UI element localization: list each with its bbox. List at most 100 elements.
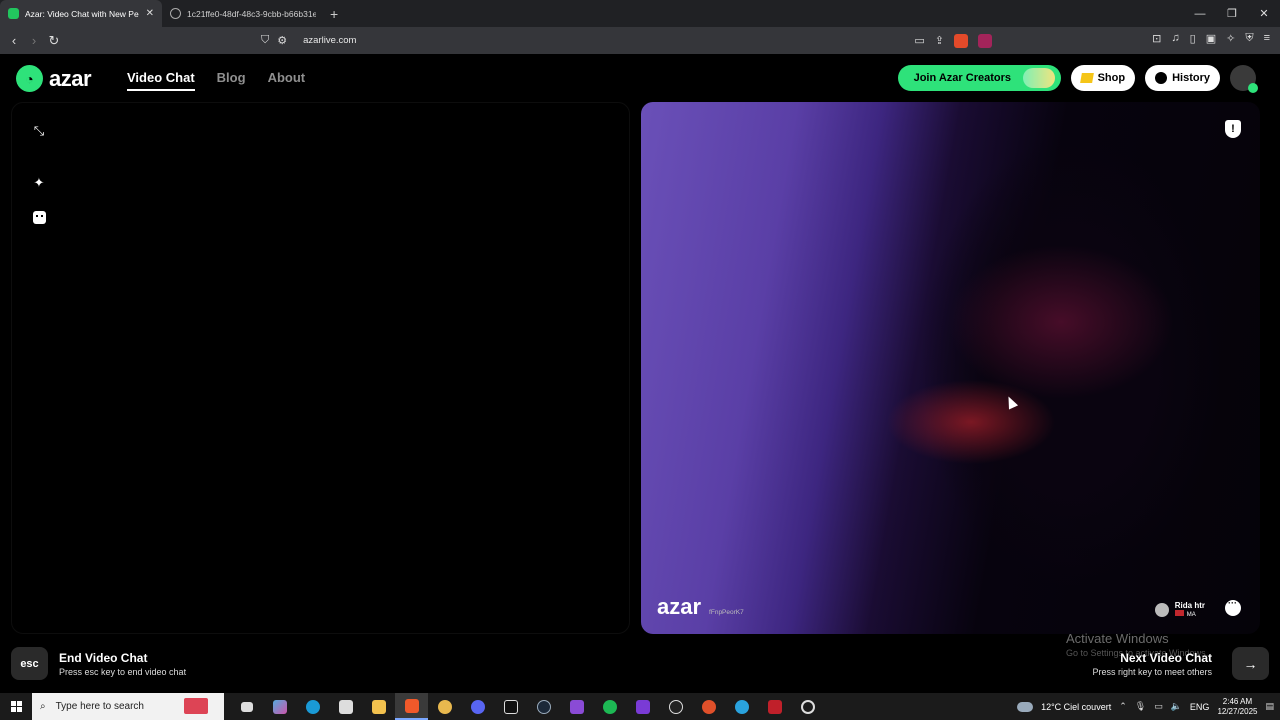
app-outline-icon[interactable] (791, 693, 824, 720)
azar-favicon-icon (8, 8, 19, 19)
share-icon[interactable]: ⇪ (935, 34, 944, 47)
peer-info[interactable]: Rida htr MA (1154, 601, 1205, 618)
peer-country: MA (1186, 612, 1196, 618)
menu-icon[interactable]: ≡ (1264, 32, 1270, 45)
obs-icon[interactable] (659, 693, 692, 720)
app-purple-icon[interactable] (560, 693, 593, 720)
telegram-icon[interactable] (725, 693, 758, 720)
azar-logo[interactable]: ◔ azar (16, 65, 92, 92)
nav-video-chat[interactable]: Video Chat (127, 70, 195, 91)
brave-browser-icon[interactable] (395, 693, 428, 720)
microphone-icon[interactable]: 🎙 (1135, 701, 1146, 712)
chrome-icon[interactable] (428, 693, 461, 720)
forward-button[interactable]: › (24, 33, 44, 48)
window-controls: — ❐ ✕ (1184, 0, 1280, 27)
next-chat-arrow-button[interactable]: → (1232, 647, 1269, 680)
vpn-icon[interactable]: ⛨ (1245, 32, 1253, 45)
main-nav: Video Chat Blog About (127, 70, 305, 91)
face-filter-icon[interactable] (31, 209, 47, 225)
tab-azar[interactable]: Azar: Video Chat with New Pe ✕ (0, 0, 162, 27)
leo-ai-icon[interactable]: ✧ (1226, 32, 1235, 45)
taskbar-search-placeholder: Type here to search (55, 701, 144, 712)
chat-bubble-icon[interactable] (1225, 598, 1241, 616)
shop-label: Shop (1097, 72, 1126, 84)
app-red-icon[interactable] (692, 693, 725, 720)
peer-name: Rida htr (1174, 601, 1205, 610)
site-header: ◔ azar Video Chat Blog About Join Azar C… (0, 54, 1280, 102)
network-icon[interactable]: ▭ (1154, 701, 1163, 712)
logo-text: azar (49, 65, 92, 91)
tray-expand-icon[interactable]: ⌃ (1119, 701, 1127, 712)
file-explorer-icon[interactable] (362, 693, 395, 720)
media-icon[interactable]: ♫ (1171, 32, 1179, 45)
tab-second[interactable]: 1c21ffe0-48df-48c3-9cbb-b66b31e0 (162, 0, 324, 27)
history-button[interactable]: History (1145, 65, 1220, 91)
capcut-icon[interactable] (494, 693, 527, 720)
taskbar-search[interactable]: ⌕ Type here to search (32, 693, 224, 720)
back-button[interactable]: ‹ (4, 33, 24, 48)
url-text[interactable]: azarlive.com (303, 35, 356, 46)
browser-tab-bar: Azar: Video Chat with New Pe ✕ 1c21ffe0-… (0, 0, 1280, 27)
copilot-icon[interactable] (263, 693, 296, 720)
clock-time: 2:46 AM (1222, 696, 1253, 706)
language-indicator[interactable]: ENG (1190, 702, 1210, 712)
search-highlight-icon (184, 698, 208, 714)
search-icon: ⌕ (40, 701, 46, 712)
wallet-icon[interactable]: ▣ (1206, 32, 1216, 45)
site-info-icon[interactable]: ⚙ (277, 34, 287, 47)
browser-extensions: ⊡ ♫ ▯ ▣ ✧ ⛨ ≡ (1152, 32, 1270, 45)
sidebar-icon[interactable]: ▯ (1190, 32, 1196, 45)
end-video-chat-hint: Press esc key to end video chat (59, 667, 187, 677)
close-tab-icon[interactable]: ✕ (146, 8, 154, 19)
brave-shields-icon[interactable] (954, 33, 968, 48)
tab-title: Azar: Video Chat with New Pe (25, 8, 139, 19)
windows-logo-icon (10, 701, 22, 712)
globe-icon (170, 8, 181, 19)
history-label: History (1172, 72, 1210, 84)
join-creators-button[interactable]: Join Azar Creators (897, 65, 1061, 91)
fullscreen-toggle-icon[interactable]: ⤡ (31, 123, 47, 139)
tab-title: 1c21ffe0-48df-48c3-9cbb-b66b31e0 (187, 8, 316, 19)
windows-taskbar: ⌕ Type here to search 12°C Ciel couvert … (0, 693, 1280, 720)
notifications-icon[interactable]: ▤ (1265, 701, 1274, 712)
flag-icon (1174, 610, 1184, 616)
brave-rewards-icon[interactable] (978, 33, 992, 48)
maximize-button[interactable]: ❐ (1216, 0, 1248, 27)
gem-icon (1079, 73, 1094, 83)
shop-button[interactable]: Shop (1070, 65, 1136, 91)
volume-icon[interactable]: 🔈 (1171, 701, 1182, 712)
peer-avatar (1154, 602, 1169, 617)
nav-about[interactable]: About (268, 70, 306, 91)
history-icon (1155, 72, 1168, 84)
end-chat-esc-button[interactable]: esc (11, 647, 48, 680)
close-window-button[interactable]: ✕ (1248, 0, 1280, 27)
spotify-icon[interactable] (593, 693, 626, 720)
steam-icon[interactable] (527, 693, 560, 720)
instagram-icon[interactable] (626, 693, 659, 720)
edge-icon[interactable] (296, 693, 329, 720)
reload-button[interactable]: ↻ (44, 33, 64, 49)
report-shield-icon[interactable]: ! (1225, 120, 1241, 138)
clock-date: 12/27/2025 (1217, 706, 1258, 716)
cast-icon[interactable]: ▭ (914, 34, 924, 47)
taskbar-apps (230, 693, 824, 720)
start-button[interactable] (0, 693, 32, 720)
weather-text[interactable]: 12°C Ciel couvert (1041, 702, 1111, 712)
weather-icon (1017, 701, 1034, 712)
screenshot-icon[interactable]: ⊡ (1152, 32, 1161, 45)
profile-avatar[interactable] (1230, 65, 1258, 93)
effects-sparkle-icon[interactable]: ✦ (31, 175, 47, 191)
task-view-icon[interactable] (230, 693, 263, 720)
minimize-button[interactable]: — (1184, 0, 1216, 27)
app-red-box-icon[interactable] (758, 693, 791, 720)
nav-blog[interactable]: Blog (217, 70, 246, 91)
discord-icon[interactable] (461, 693, 494, 720)
mouse-cursor-icon (1003, 394, 1019, 410)
url-box[interactable]: ⛉ ⚙ azarlive.com ▭ ⇪ (255, 30, 1000, 51)
address-bar-row: ‹ › ↻ ⛉ ⚙ azarlive.com ▭ ⇪ ⊡ ♫ ▯ ▣ ✧ ⛨ ≡ (0, 27, 1280, 54)
taskbar-clock[interactable]: 2:46 AM 12/27/2025 (1217, 697, 1257, 717)
new-tab-button[interactable]: + (330, 6, 338, 22)
bookmark-icon[interactable]: ⛉ (261, 34, 269, 47)
end-video-chat-title: End Video Chat (59, 651, 148, 665)
store-icon[interactable] (329, 693, 362, 720)
